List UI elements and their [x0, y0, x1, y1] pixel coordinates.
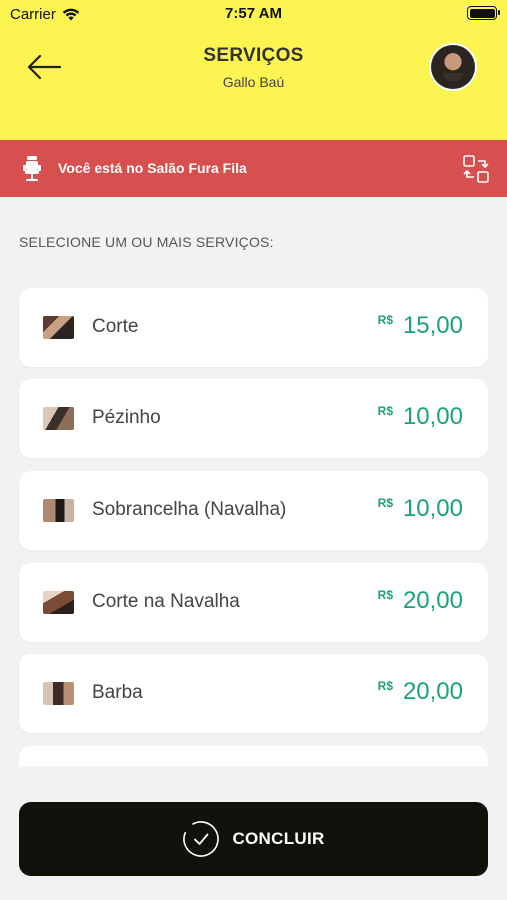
service-card-sobrancelha[interactable]: Sobrancelha (Navalha) R$ 10,00	[19, 471, 488, 550]
price-value: 20,00	[402, 587, 463, 614]
price-currency: R$	[377, 404, 393, 418]
service-name: Corte na Navalha	[92, 591, 240, 612]
service-thumbnail	[43, 499, 74, 522]
service-thumbnail	[43, 591, 74, 614]
battery-icon	[467, 6, 500, 20]
price-value: 20,00	[402, 678, 463, 705]
section-label: SELECIONE UM OU MAIS SERVIÇOS:	[19, 234, 274, 250]
status-time: 7:57 AM	[225, 5, 282, 22]
header: Carrier 7:57 AM SERVIÇOS Gallo Baú	[0, 0, 507, 140]
service-list[interactable]: Corte R$ 15,00 Pézinho R$ 10,00 Sobrance…	[0, 280, 507, 766]
banner-text: Você está no Salão Fura Fila	[58, 160, 247, 176]
concluir-button[interactable]: CONCLUIR	[19, 802, 488, 876]
concluir-label: CONCLUIR	[232, 829, 325, 848]
service-card-partial[interactable]	[19, 746, 488, 766]
service-card-corte[interactable]: Corte R$ 15,00	[19, 288, 488, 367]
price-currency: R$	[377, 588, 393, 602]
avatar-photo	[431, 45, 475, 89]
price-currency: R$	[377, 313, 393, 327]
service-card-pezinho[interactable]: Pézinho R$ 10,00	[19, 379, 488, 458]
service-card-barba[interactable]: Barba R$ 20,00	[19, 654, 488, 733]
price-value: 10,00	[402, 403, 463, 430]
service-name: Barba	[92, 682, 143, 703]
price-currency: R$	[377, 679, 393, 693]
price-value: 10,00	[402, 495, 463, 522]
check-circle-icon	[183, 821, 220, 857]
price-currency: R$	[377, 496, 393, 510]
avatar[interactable]	[429, 43, 477, 91]
barber-chair-icon	[23, 156, 41, 181]
service-card-corte-navalha[interactable]: Corte na Navalha R$ 20,00	[19, 563, 488, 642]
service-thumbnail	[43, 407, 74, 430]
switch-salon-icon[interactable]	[463, 155, 489, 183]
service-thumbnail	[43, 682, 74, 705]
service-thumbnail	[43, 316, 74, 339]
salon-banner: Você está no Salão Fura Fila	[0, 140, 507, 197]
status-bar: Carrier 7:57 AM	[0, 0, 507, 28]
service-name: Corte	[92, 316, 139, 337]
service-name: Sobrancelha (Navalha)	[92, 499, 287, 520]
service-name: Pézinho	[92, 407, 161, 428]
price-value: 15,00	[402, 312, 463, 339]
